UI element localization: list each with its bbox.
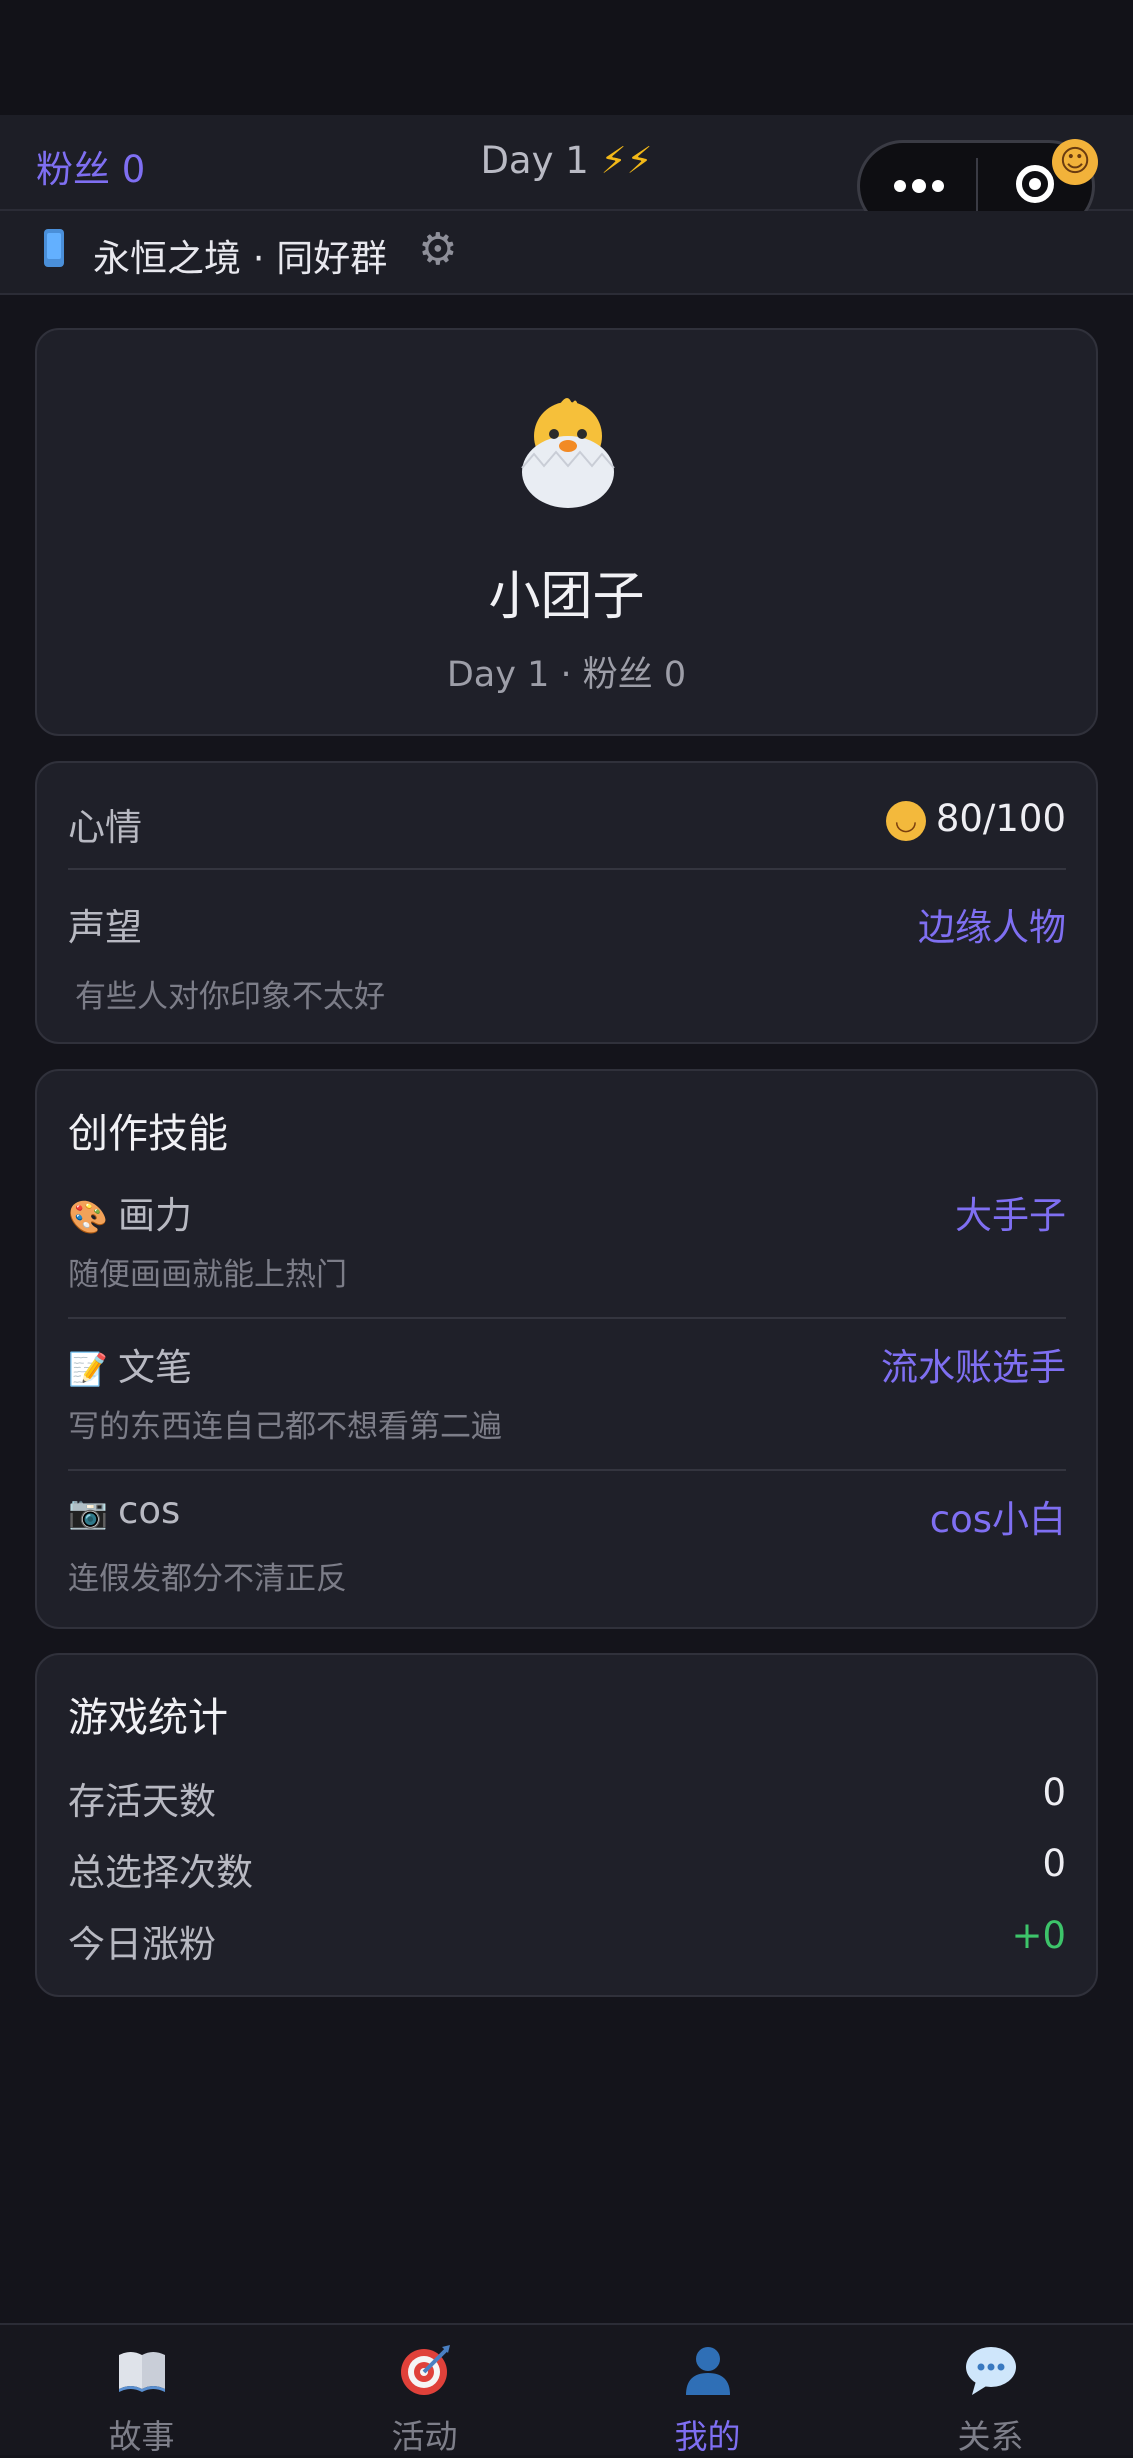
skill-label: 画力 — [118, 1194, 192, 1237]
tab-mine[interactable]: 我的 — [566, 2325, 849, 2456]
capsule-divider — [976, 158, 978, 216]
tab-label: 活动 — [391, 2417, 458, 2456]
smile-avatar-icon: ☺ — [1052, 139, 1098, 185]
book-icon — [119, 2352, 165, 2392]
skill-drawing-name: 🎨 画力 — [68, 1185, 192, 1239]
skill-label: cos — [118, 1489, 181, 1532]
player-subtitle: Day 1 · 粉丝 0 — [446, 655, 687, 695]
gear-icon[interactable]: ⚙ — [418, 225, 457, 275]
game-stats-card: 游戏统计 存活天数 0 总选择次数 0 今日涨粉 +0 — [35, 1653, 1098, 1997]
player-name: 小团子 — [488, 567, 645, 627]
chat-bubble-icon — [966, 2347, 1016, 2395]
reputation-hint: 有些人对你印象不太好 — [75, 979, 385, 1015]
skill-writing-desc: 写的东西连自己都不想看第二遍 — [68, 1409, 502, 1445]
total-choices-label: 总选择次数 — [68, 1851, 253, 1894]
tab-label: 关系 — [957, 2417, 1024, 2456]
smile-icon: ◡ — [885, 800, 926, 841]
skill-cos-level: cos小白 — [929, 1498, 1066, 1541]
skill-writing-name: 📝 文笔 — [68, 1337, 192, 1391]
tab-activity[interactable]: 活动 — [283, 2325, 566, 2456]
tab-story[interactable]: 故事 — [0, 2325, 283, 2456]
game-stats-title: 游戏统计 — [68, 1695, 228, 1741]
skill-writing-level: 流水账选手 — [881, 1346, 1066, 1389]
fans-today-value: +0 — [1011, 1914, 1066, 1957]
days-survived-label: 存活天数 — [68, 1780, 216, 1823]
tab-relations[interactable]: 关系 — [849, 2325, 1132, 2456]
divider — [68, 1469, 1066, 1471]
days-survived-value: 0 — [1042, 1771, 1066, 1814]
user-icon — [686, 2347, 730, 2395]
tab-label: 我的 — [674, 2417, 741, 2456]
reputation-label: 声望 — [68, 906, 142, 949]
skills-card: 创作技能 🎨 画力 大手子 随便画画就能上热门 📝 文笔 流水账选手 写的东西连自己… — [35, 1069, 1098, 1629]
group-bar[interactable]: 永恒之境 · 同好群 ⚙ — [0, 211, 1133, 295]
palette-icon: 🎨 — [68, 1198, 108, 1236]
mood-value: 80/100 — [935, 797, 1066, 840]
tab-label: 故事 — [108, 2417, 175, 2456]
status-card: 心情 ◡ 80/100 声望 边缘人物 有些人对你印象不太好 — [35, 761, 1098, 1044]
status-bar — [0, 0, 1133, 115]
mood-label: 心情 — [68, 806, 142, 849]
close-mini-program-icon[interactable] — [1016, 165, 1054, 203]
skill-label: 文笔 — [118, 1346, 192, 1389]
skill-drawing-level: 大手子 — [955, 1194, 1066, 1237]
target-icon — [401, 2345, 450, 2395]
hatching-chick-icon — [521, 398, 615, 508]
more-menu-icon[interactable] — [890, 167, 960, 207]
camera-icon: 📷 — [68, 1493, 108, 1531]
skill-cos-name: 📷 cos — [68, 1489, 180, 1532]
total-choices-value: 0 — [1042, 1842, 1066, 1885]
phone-icon — [44, 229, 64, 267]
divider — [68, 1317, 1066, 1319]
skill-cos-desc: 连假发都分不清正反 — [68, 1561, 347, 1597]
memo-icon: 📝 — [68, 1350, 108, 1388]
reputation-value: 边缘人物 — [918, 906, 1066, 949]
divider — [68, 868, 1066, 870]
group-name: 永恒之境 · 同好群 — [93, 237, 388, 280]
fans-today-label: 今日涨粉 — [68, 1923, 216, 1966]
profile-card: 小团子 Day 1 · 粉丝 0 — [35, 328, 1098, 736]
skills-title: 创作技能 — [68, 1111, 228, 1157]
energy-bolts: ⚡⚡ — [600, 139, 653, 182]
bottom-tab-bar: 故事 活动 我的 关系 — [0, 2323, 1133, 2456]
day-label: Day 1 — [480, 139, 589, 182]
skill-drawing-desc: 随便画画就能上热门 — [68, 1257, 347, 1293]
mood-value-wrap: ◡ 80/100 — [885, 797, 1066, 841]
